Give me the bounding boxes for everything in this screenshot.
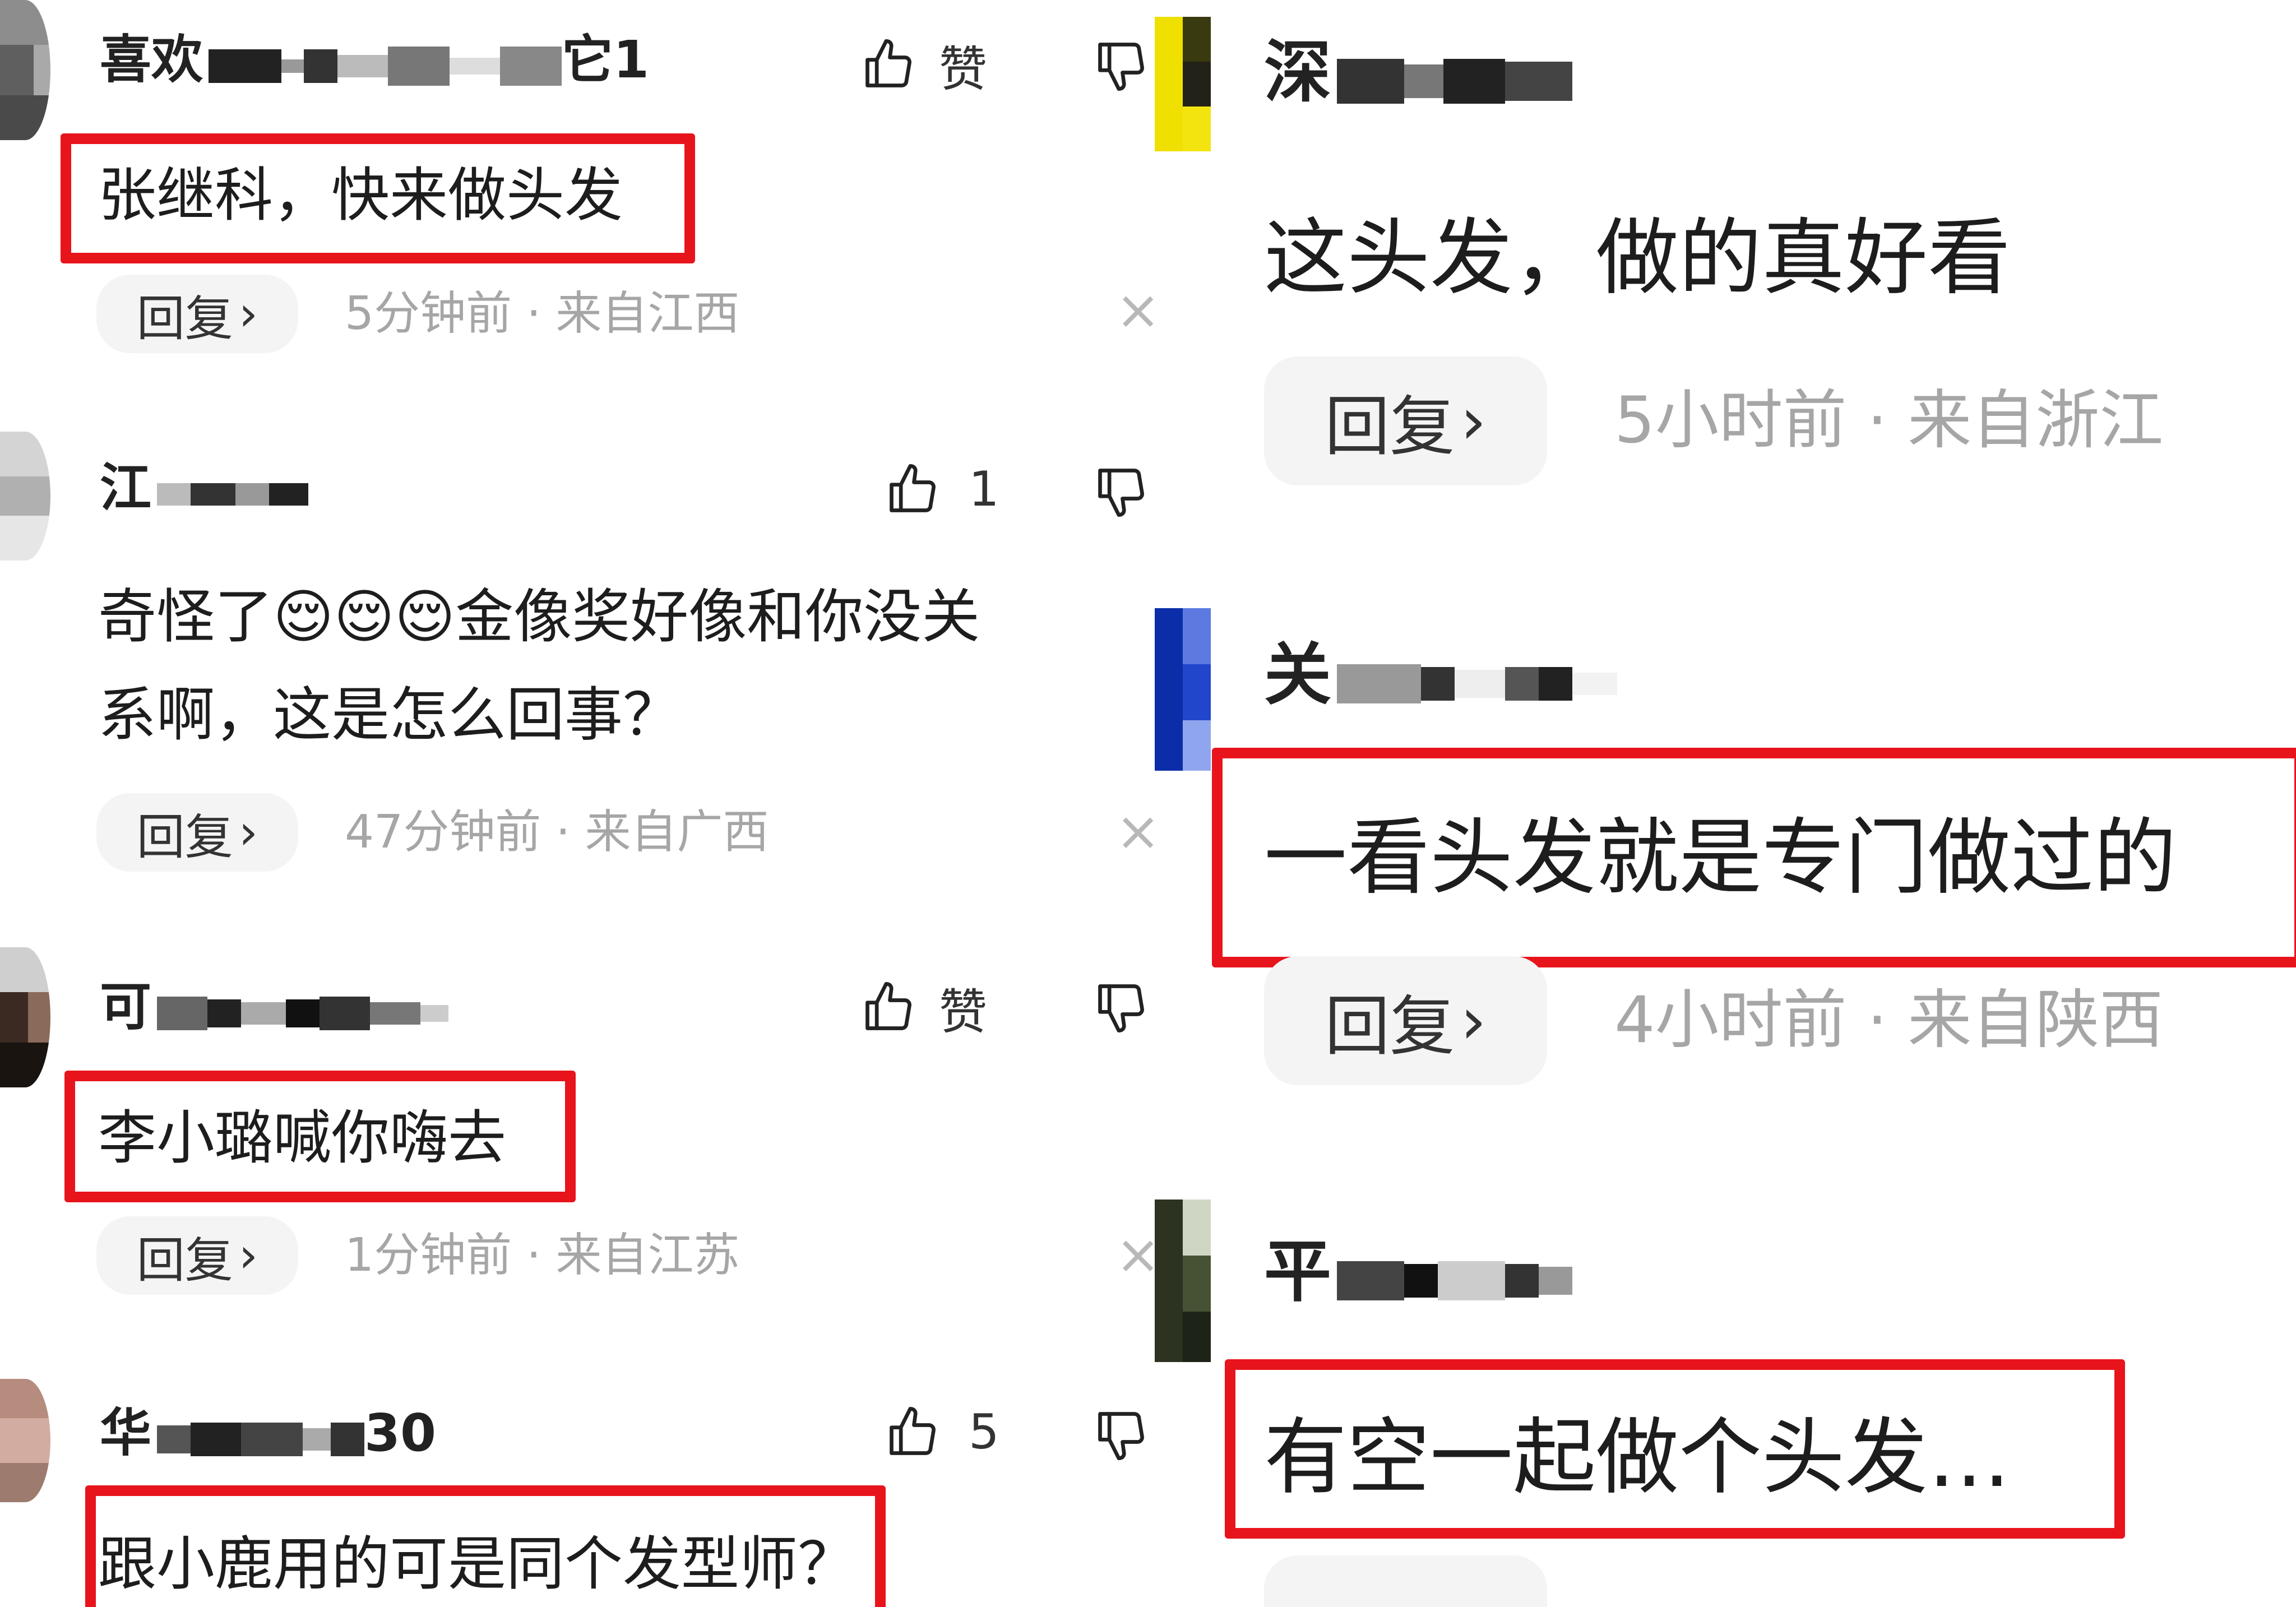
dislike-button[interactable] <box>1093 35 1149 96</box>
thumbs-down-icon <box>1098 1412 1144 1460</box>
dislike-button[interactable] <box>1093 461 1149 522</box>
comment-meta: 1分钟前 · 来自江苏 <box>345 1229 740 1282</box>
username[interactable]: 深 <box>1264 34 1572 116</box>
thumbs-down-icon <box>1098 43 1144 91</box>
like-button[interactable]: 赞 <box>860 971 987 1044</box>
redacted-username <box>157 980 449 1041</box>
reply-label: 回复 <box>136 1232 233 1289</box>
chevron-right-icon: › <box>238 1228 258 1284</box>
comment-text: 张继科，快来做头发 <box>98 161 623 229</box>
username[interactable]: 喜欢 它1 <box>100 29 649 94</box>
emoji: 😌 <box>394 582 456 651</box>
comment-text: 有空一起做个头发… <box>1264 1409 2011 1506</box>
username[interactable]: 可 <box>100 976 449 1041</box>
like-button[interactable]: 赞 <box>860 28 987 101</box>
close-icon[interactable]: × <box>1115 283 1155 337</box>
like-count: 5 <box>969 1404 999 1460</box>
avatar[interactable] <box>1155 1200 1211 1362</box>
comment-text: 李小璐喊你嗨去 <box>98 1104 507 1172</box>
username[interactable]: 江 <box>100 457 309 522</box>
thumbs-down-icon <box>1098 469 1144 517</box>
avatar[interactable] <box>1155 608 1211 771</box>
avatar[interactable] <box>0 947 50 1087</box>
dislike-button[interactable] <box>1093 976 1149 1038</box>
redacted-username <box>157 461 309 522</box>
like-button[interactable]: 5 <box>885 1396 999 1469</box>
avatar[interactable] <box>0 1379 50 1502</box>
chevron-right-icon: › <box>238 286 258 342</box>
reply-button[interactable]: 回复 › <box>96 1216 298 1295</box>
comment-meta: 5小时前 · 来自浙江 <box>1614 383 2164 457</box>
thumbs-up-icon <box>890 464 936 512</box>
thumbs-up-icon <box>890 1407 936 1455</box>
thumbs-down-icon <box>1098 984 1144 1032</box>
chevron-right-icon: › <box>238 804 258 860</box>
reply-label: 回复 <box>136 809 233 865</box>
reply-label: 回复 <box>1325 989 1455 1064</box>
reply-label: 回复 <box>1325 389 1455 465</box>
chevron-right-icon: › <box>1460 383 1487 459</box>
avatar[interactable] <box>0 0 50 140</box>
comment-collage: 喜欢它1 赞 张继科，快来做头发 回复› 5分钟前 · 来自江西 × 江 1 <box>0 0 2296 1607</box>
reply-button[interactable]: 回复 › <box>96 793 298 872</box>
thumbs-up-icon <box>865 982 911 1030</box>
emoji: 😌 <box>273 582 334 651</box>
redacted-username <box>1337 1237 1572 1316</box>
comment-meta: 4小时前 · 来自陕西 <box>1614 983 2164 1057</box>
comment-meta: 47分钟前 · 来自广西 <box>345 805 769 859</box>
like-count: 赞 <box>939 41 987 98</box>
reply-button[interactable] <box>1264 1555 1547 1607</box>
dislike-button[interactable] <box>1093 1404 1149 1466</box>
left-comment-panel: 喜欢它1 赞 张继科，快来做头发 回复› 5分钟前 · 来自江西 × 江 1 <box>0 0 1155 1607</box>
reply-button[interactable]: 回复 › <box>1264 956 1547 1085</box>
avatar[interactable] <box>0 432 50 561</box>
right-comment-panel: 深 这头发，做的真好看 回复 › 5小时前 · 来自浙江 关 一看头发就是专门做过… <box>1155 0 2296 1607</box>
thumbs-up-icon <box>865 39 911 87</box>
reply-button[interactable]: 回复 › <box>1264 356 1547 485</box>
avatar[interactable] <box>1155 17 1211 151</box>
redacted-username <box>209 33 562 94</box>
like-button[interactable]: 1 <box>885 453 999 526</box>
close-icon[interactable]: × <box>1115 804 1155 858</box>
comment-text: 这头发，做的真好看 <box>1264 210 2011 306</box>
close-icon[interactable]: × <box>1115 1228 1155 1281</box>
username[interactable]: 华 30 <box>100 1402 436 1467</box>
comment-text: 奇怪了😌😌😌金像奖好像和你没关 <box>98 582 980 651</box>
username[interactable]: 关 <box>1264 636 1617 719</box>
chevron-right-icon: › <box>1460 983 1487 1059</box>
comment-text: 一看头发就是专门做过的 <box>1264 809 2177 906</box>
reply-button[interactable]: 回复 › <box>96 275 298 353</box>
redacted-username <box>1337 38 1572 116</box>
redacted-username <box>1337 640 1617 719</box>
comment-text: 跟小鹿用的可是同个发型师？ <box>98 1530 857 1598</box>
comment-meta: 5分钟前 · 来自江西 <box>345 287 740 340</box>
like-count: 赞 <box>939 984 987 1040</box>
reply-label: 回复 <box>136 290 233 347</box>
comment-text: 系啊，这是怎么回事？ <box>98 680 682 749</box>
like-count: 1 <box>969 461 999 517</box>
redacted-username <box>157 1406 365 1467</box>
emoji: 😌 <box>334 582 395 651</box>
username[interactable]: 平 <box>1264 1233 1572 1316</box>
